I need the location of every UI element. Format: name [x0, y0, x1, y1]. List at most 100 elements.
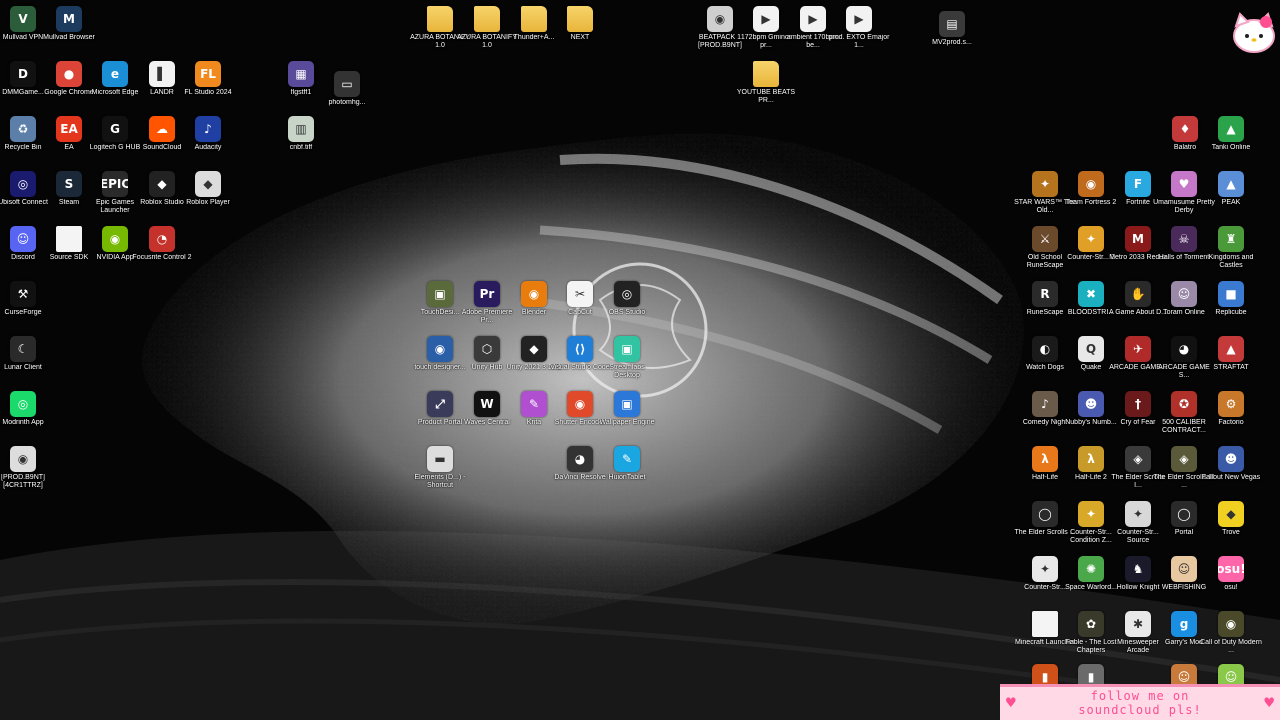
- umamusume-icon: ♥: [1171, 171, 1197, 197]
- fortnite-icon: F: [1125, 171, 1151, 197]
- desktop-icon[interactable]: ✎ HuionTablet: [597, 446, 657, 500]
- cod-icon: ◉: [1218, 611, 1244, 637]
- logitech-icon: G: [102, 116, 128, 142]
- nubby-icon: ☻: [1078, 391, 1104, 417]
- steam-icon: S: [56, 171, 82, 197]
- desktop-icon[interactable]: ▶ prod. EXTO Emajor 1...: [829, 6, 889, 60]
- desktop-icon[interactable]: ▲ PEAK: [1201, 171, 1261, 225]
- tanki-icon: ▲: [1218, 116, 1244, 142]
- desktop-icon[interactable]: ▲ STRAFTAT: [1201, 336, 1261, 390]
- desktop-icon-label: YOUTUBE BEATS PR...: [736, 89, 796, 104]
- desktop-icon[interactable]: ☾ Lunar Client: [0, 336, 53, 390]
- ubisoft-icon: ◎: [10, 171, 36, 197]
- cs-icon: ✦: [1032, 556, 1058, 582]
- desktop-icon-label: Factorio: [1218, 419, 1244, 426]
- curseforge-icon: ⚒: [10, 281, 36, 307]
- vscode-icon: ⟨⟩: [567, 336, 593, 362]
- streamlabs-icon: ▣: [614, 336, 640, 362]
- desktop-icon[interactable]: ▣ Streamlabs Desktop: [597, 336, 657, 390]
- desktop-icon-label: prod. EXTO Emajor 1...: [828, 34, 890, 49]
- audacity-icon: ♪: [195, 116, 221, 142]
- desktop-icon-label: Wallpaper Engine: [599, 419, 655, 426]
- half-life-2-icon: λ: [1078, 446, 1104, 472]
- audio-file-icon: ◉: [10, 446, 36, 472]
- desktop-icon[interactable]: ◆ Trove: [1201, 501, 1261, 555]
- ea-icon: EA: [56, 116, 82, 142]
- desktop-icon-label: Fallout New Vegas: [1201, 474, 1261, 481]
- desktop-icon-label: NEXT: [570, 34, 590, 41]
- desktop-icon-label: PEAK: [1221, 199, 1241, 206]
- landr-icon: ▌: [149, 61, 175, 87]
- shutter-encoder-icon: ◉: [567, 391, 593, 417]
- desktop-icon-label: Kingdoms and Castles: [1208, 254, 1254, 269]
- swtor-icon: ✦: [1032, 171, 1058, 197]
- cs2-icon: ✦: [1078, 226, 1104, 252]
- minecraft-launcher-icon: [1032, 611, 1058, 637]
- desktop-icon[interactable]: ◎ OBS Studio: [597, 281, 657, 335]
- desktop-icon[interactable]: ⚒ CurseForge: [0, 281, 53, 335]
- osrs-icon: ⚔: [1032, 226, 1058, 252]
- desktop-icon[interactable]: ◔ Focusrite Control 2: [132, 226, 192, 280]
- desktop-icon-label: Audacity: [194, 144, 222, 151]
- touchdesigner-icon: ▣: [427, 281, 453, 307]
- desktop-icon[interactable]: ▥ cnbf.tiff: [271, 116, 331, 170]
- portal-icon: ◯: [1171, 501, 1197, 527]
- peak-icon: ▲: [1218, 171, 1244, 197]
- desktop-icon-grid: V Mullvad VPN M Mullvad Browser D DMMGame... ●…: [0, 0, 1280, 720]
- desktop-icon[interactable]: ☻ Fallout New Vegas: [1201, 446, 1261, 500]
- roblox-player-icon: ◆: [195, 171, 221, 197]
- waves-icon: W: [474, 391, 500, 417]
- desktop-icon-label: Lunar Client: [4, 364, 42, 371]
- quake-icon: Q: [1078, 336, 1104, 362]
- desktop-icon[interactable]: NEXT: [550, 6, 610, 60]
- desktop-icon[interactable]: ◉ [PROD.B9NT] [4CR1TTRZ]: [0, 446, 53, 500]
- desktop-icon-label: FL Studio 2024: [184, 89, 232, 96]
- audio-file-icon: ▶: [753, 6, 779, 32]
- audio-file-icon: ▶: [846, 6, 872, 32]
- desktop-icon-label: CurseForge: [4, 309, 42, 316]
- trove-icon: ◆: [1218, 501, 1244, 527]
- banner-line-2: soundcloud pls!: [1078, 703, 1202, 717]
- elder-scrolls-icon: ◯: [1032, 501, 1058, 527]
- capcut-icon: ✂: [567, 281, 593, 307]
- folder-icon: [521, 6, 547, 32]
- heart-icon: ♥: [1264, 693, 1274, 712]
- desktop-icon[interactable]: FL FL Studio 2024: [178, 61, 238, 115]
- desktop-icon[interactable]: YOUTUBE BEATS PR...: [736, 61, 796, 115]
- huion-icon: ✎: [614, 446, 640, 472]
- soundcloud-banner-overlay: ♥ ♥ follow me on soundcloud pls!: [1000, 684, 1280, 720]
- comedy-night-icon: ♪: [1032, 391, 1058, 417]
- desktop-icon-label: photomhg...: [328, 99, 366, 106]
- desktop-icon[interactable]: ♪ Audacity: [178, 116, 238, 170]
- desktop-icon[interactable]: ♜ Kingdoms and Castles: [1201, 226, 1261, 280]
- desktop-icon[interactable]: ▬ Elements (D...) - Shortcut: [410, 446, 470, 500]
- dmm-icon: D: [10, 61, 36, 87]
- desktop-icon[interactable]: ▲ Tanki Online: [1201, 116, 1261, 170]
- desktop-icon-label: Focusrite Control 2: [132, 254, 192, 261]
- desktop-icon[interactable]: ◎ Modrinth App: [0, 391, 53, 445]
- hello-kitty-icon: [1233, 12, 1275, 53]
- desktop-icon[interactable]: ◉ Call of Duty Modern ...: [1200, 611, 1262, 665]
- epic-games-icon: EPIC: [102, 171, 128, 197]
- cs-cz-icon: ✦: [1078, 501, 1104, 527]
- desktop-icon-label: osu!: [1224, 584, 1238, 591]
- desktop-icon[interactable]: ▤ MV2prod.s...: [922, 11, 982, 65]
- fable-icon: ✿: [1078, 611, 1104, 637]
- osu-icon: osu!: [1218, 556, 1244, 582]
- desktop-icon[interactable]: ◆ Roblox Player: [178, 171, 238, 225]
- desktop-icon[interactable]: M Mullvad Browser: [39, 6, 99, 60]
- audio-file-icon: ▶: [800, 6, 826, 32]
- desktop-icon[interactable]: ▣ Wallpaper Engine: [597, 391, 657, 445]
- folder-icon: [474, 6, 500, 32]
- edge-icon: e: [102, 61, 128, 87]
- source-sdk-icon: [56, 226, 82, 252]
- krita-icon: ✎: [521, 391, 547, 417]
- desktop-icon-label: Trove: [1222, 529, 1240, 536]
- desktop-icon[interactable]: ⚙ Factorio: [1201, 391, 1261, 445]
- focusrite-icon: ◔: [149, 226, 175, 252]
- folder-icon: [427, 6, 453, 32]
- desktop-icon[interactable]: ■ Replicube: [1201, 281, 1261, 335]
- desktop-icon-label: Call of Duty Modern ...: [1200, 639, 1262, 654]
- desktop-icon[interactable]: osu! osu!: [1201, 556, 1261, 610]
- touchdesigner-icon: ◉: [427, 336, 453, 362]
